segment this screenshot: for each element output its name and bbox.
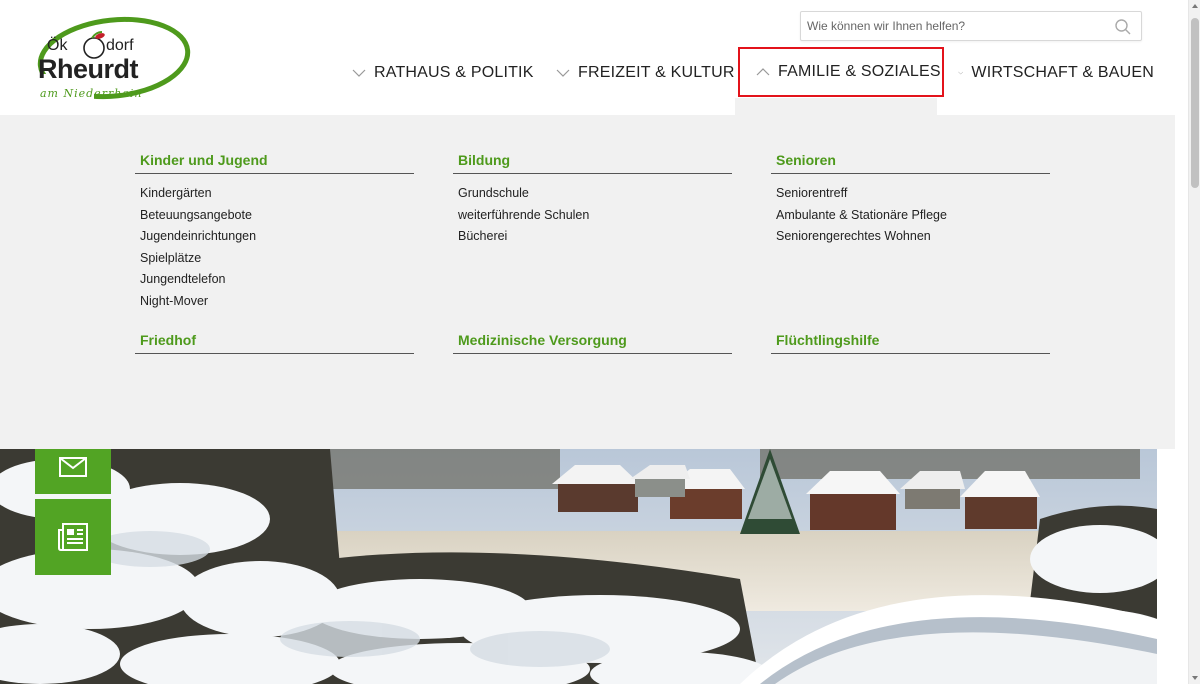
contact-button[interactable]	[35, 449, 111, 494]
page: Ök dorf Rheurdt am Niederrhein RATHAUS &…	[0, 0, 1200, 684]
menu-column-kinder-jugend: Kinder und Jugend Kindergärten Beteuungs…	[135, 152, 414, 312]
menu-link[interactable]: Night-Mover	[135, 291, 414, 313]
nav-freizeit-kultur[interactable]: FREIZEIT & KULTUR	[556, 50, 738, 95]
search-input[interactable]	[801, 12, 1101, 40]
nav-label: FREIZEIT & KULTUR	[578, 63, 735, 81]
menu-heading[interactable]: Bildung	[453, 152, 732, 174]
menu-column-senioren: Senioren Seniorentreff Ambulante & Stati…	[771, 152, 1050, 248]
menu-link[interactable]: Beteuungsangebote	[135, 205, 414, 227]
nav-familie-soziales[interactable]: FAMILIE & SOZIALES	[738, 47, 944, 97]
mail-icon	[59, 456, 87, 477]
nav-wirtschaft-bauen[interactable]: WIRTSCHAFT & BAUEN	[944, 50, 1154, 95]
nav-active-tab-bg	[735, 98, 937, 115]
nav-label: WIRTSCHAFT & BAUEN	[971, 63, 1154, 81]
menu-link[interactable]: Grundschule	[453, 183, 732, 205]
menu-link[interactable]: Ambulante & Stationäre Pflege	[771, 205, 1050, 227]
nav-label: FAMILIE & SOZIALES	[778, 63, 941, 80]
menu-column-bildung: Bildung Grundschule weiterführende Schul…	[453, 152, 732, 248]
menu-link[interactable]: Seniorengerechtes Wohnen	[771, 226, 1050, 248]
chevron-down-icon	[352, 69, 366, 77]
menu-link[interactable]: Spielplätze	[135, 248, 414, 270]
menu-column-medizin: Medizinische Versorgung	[453, 332, 732, 354]
page-scrollbar[interactable]	[1188, 0, 1200, 684]
menu-list: Seniorentreff Ambulante & Stationäre Pfl…	[771, 183, 1050, 248]
menu-column-friedhof: Friedhof	[135, 332, 414, 354]
menu-heading[interactable]: Kinder und Jugend	[135, 152, 414, 174]
main-nav: RATHAUS & POLITIK FREIZEIT & KULTUR FAMI…	[352, 47, 1154, 97]
menu-list: Grundschule weiterführende Schulen Büche…	[453, 183, 732, 248]
logo-name: Rheurdt	[38, 54, 139, 84]
scrollbar-thumb[interactable]	[1191, 18, 1199, 188]
logo-tagline: am Niederrhein	[40, 87, 143, 100]
menu-link[interactable]: Jugendeinrichtungen	[135, 226, 414, 248]
menu-link[interactable]: Jungendtelefon	[135, 269, 414, 291]
menu-heading[interactable]: Medizinische Versorgung	[453, 332, 732, 354]
menu-list: Kindergärten Beteuungsangebote Jugendein…	[135, 183, 414, 312]
site-header: Ök dorf Rheurdt am Niederrhein RATHAUS &…	[0, 0, 1188, 115]
chevron-up-icon	[756, 68, 770, 76]
nav-label: RATHAUS & POLITIK	[374, 63, 534, 81]
search-box	[800, 11, 1142, 41]
newspaper-icon	[58, 523, 88, 551]
site-logo[interactable]: Ök dorf Rheurdt am Niederrhein	[34, 14, 194, 106]
news-button[interactable]	[35, 499, 111, 575]
nav-rathaus-politik[interactable]: RATHAUS & POLITIK	[352, 50, 556, 95]
scroll-up-arrow-icon[interactable]	[1192, 4, 1198, 8]
hero-image	[0, 449, 1157, 684]
chevron-down-icon	[958, 71, 964, 74]
scroll-down-arrow-icon[interactable]	[1192, 676, 1198, 680]
menu-heading[interactable]: Flüchtlingshilfe	[771, 332, 1050, 354]
menu-link[interactable]: weiterführende Schulen	[453, 205, 732, 227]
logo-dorf: dorf	[106, 37, 134, 54]
menu-heading[interactable]: Senioren	[771, 152, 1050, 174]
menu-link[interactable]: Seniorentreff	[771, 183, 1050, 205]
mega-menu: Kinder und Jugend Kindergärten Beteuungs…	[0, 115, 1175, 449]
menu-column-fluechtlingshilfe: Flüchtlingshilfe	[771, 332, 1050, 354]
menu-link[interactable]: Kindergärten	[135, 183, 414, 205]
logo-oek: Ök	[47, 37, 68, 54]
menu-heading[interactable]: Friedhof	[135, 332, 414, 354]
chevron-down-icon	[556, 69, 570, 77]
search-icon[interactable]	[1114, 18, 1132, 36]
menu-link[interactable]: Bücherei	[453, 226, 732, 248]
